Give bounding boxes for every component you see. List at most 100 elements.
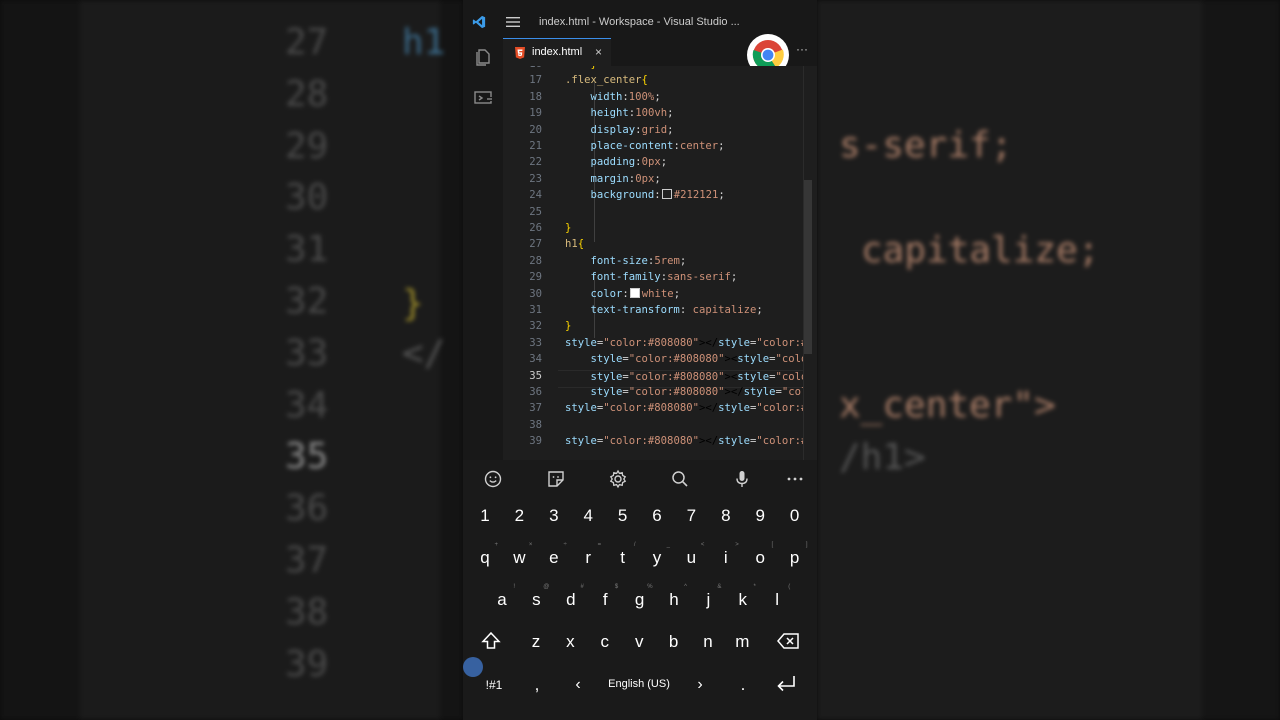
number-key-5[interactable]: 5 [608, 498, 638, 534]
code-text: font-size:5rem; [590, 254, 687, 267]
editor-scrollbar[interactable] [804, 180, 812, 354]
code-line[interactable]: 27 h1{ [503, 238, 803, 254]
right-arrow-key[interactable]: › [685, 667, 715, 703]
letter-key-w[interactable]: w × [504, 540, 534, 576]
code-line[interactable]: 25 [503, 206, 803, 222]
code-line[interactable]: 28 font-size:5rem; [503, 255, 803, 271]
tab-close-icon[interactable]: × [595, 45, 602, 59]
code-line[interactable]: 19 height:100vh; [503, 107, 803, 123]
bg-line-number: 34 [285, 384, 329, 426]
letter-key-u[interactable]: u < [676, 540, 706, 576]
letter-key-t[interactable]: t / [608, 540, 638, 576]
enter-key[interactable] [774, 673, 798, 695]
code-line[interactable]: 37 style="color:#808080"></style="color:#… [503, 402, 803, 418]
code-text: style="color:#808080"></style="color:#56… [565, 435, 803, 448]
letter-key-r[interactable]: r = [573, 540, 603, 576]
more-actions-icon[interactable]: ··· [796, 42, 808, 56]
letter-key-h[interactable]: h ^ [659, 582, 689, 618]
line-number: 26 [529, 222, 542, 234]
code-line[interactable]: 23 margin:0px; [503, 173, 803, 189]
letter-key-g[interactable]: g% [625, 582, 655, 618]
remote-icon[interactable] [473, 88, 493, 108]
code-text: height:100vh; [590, 107, 674, 120]
code-line[interactable]: 31 text-transform: capitalize; [503, 304, 803, 320]
letter-key-q[interactable]: q + [470, 540, 500, 576]
code-line[interactable]: 35 style="color:#808080"><style="color:#… [503, 370, 803, 386]
explorer-icon[interactable] [473, 47, 493, 67]
hamburger-icon[interactable] [506, 17, 520, 27]
letter-key-d[interactable]: d # [556, 582, 586, 618]
settings-icon[interactable] [606, 467, 630, 491]
code-line[interactable]: 22 padding:0px; [503, 156, 803, 172]
letter-key-b[interactable]: b [659, 624, 689, 660]
letter-key-n[interactable]: n [693, 624, 723, 660]
code-line[interactable]: 32} [503, 320, 803, 336]
code-line[interactable]: 29 font-family:sans-serif; [503, 271, 803, 287]
code-line[interactable]: 33 style="color:#808080"></style="color:#… [503, 337, 803, 353]
letter-key-z[interactable]: z [521, 624, 551, 660]
code-line[interactable]: 18 width:100%; [503, 91, 803, 107]
letter-key-x[interactable]: x [555, 624, 585, 660]
code-line[interactable]: 26} [503, 222, 803, 238]
letter-key-y[interactable]: y _ [642, 540, 672, 576]
code-line[interactable]: 24 background: #212121; [503, 189, 803, 205]
number-key-2[interactable]: 2 [504, 498, 534, 534]
tab-label: index.html [532, 46, 583, 58]
letter-key-i[interactable]: i > [711, 540, 741, 576]
code-line[interactable]: 34 style="color:#808080"><style="color:#… [503, 353, 803, 369]
number-key-7[interactable]: 7 [676, 498, 706, 534]
code-line[interactable]: 16 } [503, 66, 803, 74]
code-editor[interactable]: 16 }17.flex_center{18 width:100%;19 heig… [503, 66, 803, 460]
number-key-0[interactable]: 0 [780, 498, 810, 534]
emoji-icon[interactable] [481, 467, 505, 491]
shift-key[interactable] [480, 630, 502, 652]
tab-index-html[interactable]: index.html × [503, 38, 611, 67]
line-number: 35 [529, 369, 542, 382]
letter-key-f[interactable]: f $ [590, 582, 620, 618]
letter-key-k[interactable]: k * [728, 582, 758, 618]
letter-key-o[interactable]: o[ [745, 540, 775, 576]
code-line[interactable]: 39 style="color:#808080"></style="color:#… [503, 435, 803, 451]
number-key-8[interactable]: 8 [711, 498, 741, 534]
period-key[interactable]: . [728, 667, 758, 703]
letter-key-e[interactable]: e ÷ [539, 540, 569, 576]
number-key-9[interactable]: 9 [745, 498, 775, 534]
number-key-6[interactable]: 6 [642, 498, 672, 534]
code-line[interactable]: 17 .flex_center{ [503, 74, 803, 90]
number-key-4[interactable]: 4 [573, 498, 603, 534]
letter-key-l[interactable]: l( [762, 582, 792, 618]
code-line[interactable]: 30 color: white; [503, 287, 803, 304]
letter-key-j[interactable]: j & [693, 582, 723, 618]
code-line[interactable]: 20 display:grid; [503, 124, 803, 140]
code-text: background: #212121; [590, 189, 725, 202]
code-text: margin:0px; [590, 172, 661, 185]
letter-key-v[interactable]: v [624, 624, 654, 660]
background-left-blur: 27 28 29 30 31 32 33 34 35 36 37 38 39 h1 } </ [0, 0, 463, 720]
more-icon[interactable] [783, 467, 807, 491]
letter-key-a[interactable]: a! [487, 582, 517, 618]
code-line[interactable]: 38 [503, 419, 803, 435]
sticker-icon[interactable] [544, 467, 568, 491]
letter-key-c[interactable]: c [590, 624, 620, 660]
number-key-3[interactable]: 3 [539, 498, 569, 534]
microphone-icon[interactable] [730, 467, 754, 491]
letter-key-m[interactable]: m [727, 624, 757, 660]
activity-bar [463, 46, 503, 460]
code-line[interactable]: 21 place-content:center; [503, 140, 803, 156]
code-text: } [565, 320, 572, 333]
search-icon[interactable] [668, 467, 692, 491]
bg-code-tag: </ [402, 333, 446, 374]
key-alt-symbol: × [528, 542, 533, 548]
line-number: 18 [529, 90, 542, 103]
symbols-key[interactable]: !#1 [479, 667, 509, 703]
comma-key[interactable]: , [522, 667, 552, 703]
code-line[interactable]: 36 style="color:#808080"></style="color:… [503, 386, 803, 402]
backspace-key[interactable] [776, 631, 802, 651]
line-number: 28 [529, 254, 542, 267]
letter-key-s[interactable]: s @ [521, 582, 551, 618]
number-key-1[interactable]: 1 [470, 498, 500, 534]
bg-line-number: 33 [285, 332, 329, 374]
bg-code-flex-center: x_center"> [839, 385, 1056, 426]
vscode-icon[interactable] [472, 15, 486, 29]
letter-key-p[interactable]: p] [780, 540, 810, 576]
